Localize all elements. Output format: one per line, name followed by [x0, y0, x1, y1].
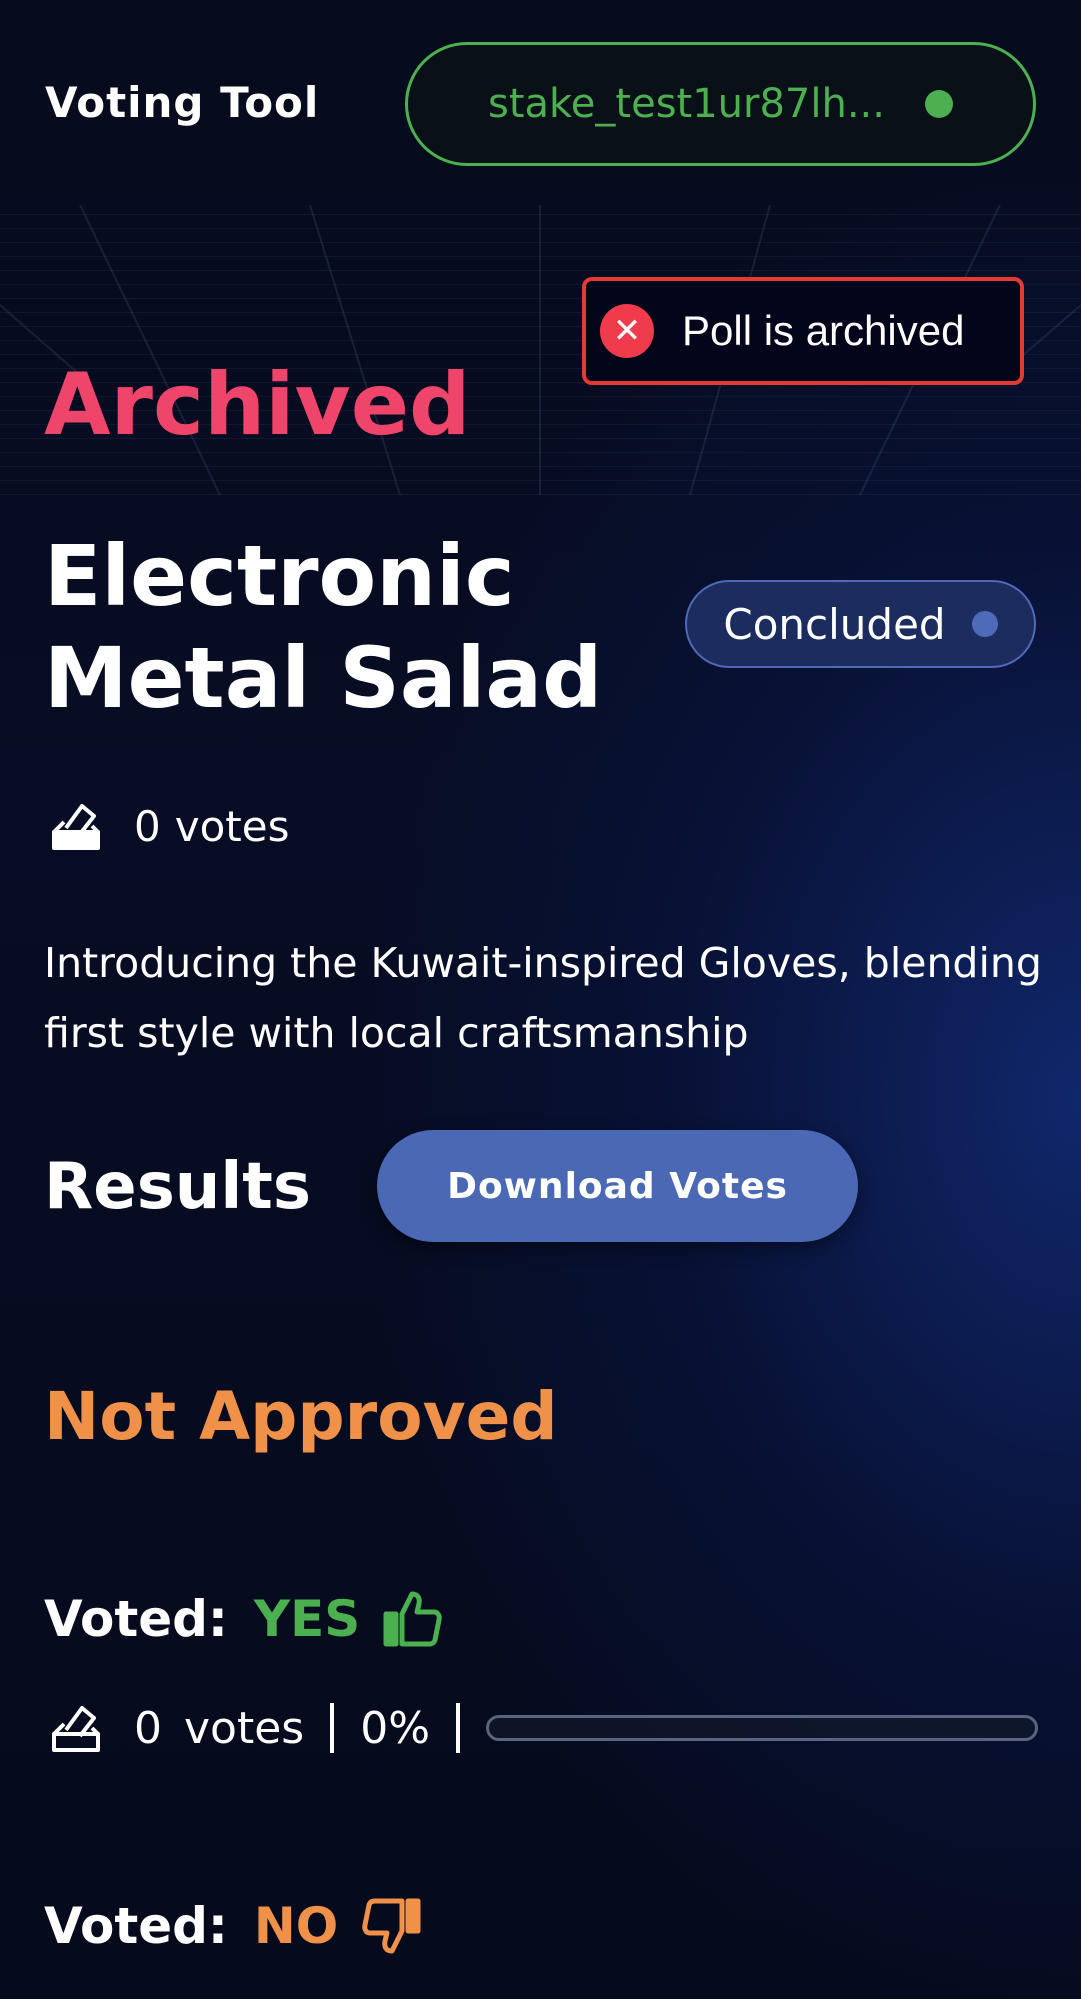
thumbs-down-icon [362, 1898, 421, 1954]
divider [456, 1703, 461, 1753]
results-heading: Results [44, 1150, 311, 1224]
poll-title: Electronic Metal Salad [44, 527, 603, 727]
ballot-box-icon [52, 1706, 100, 1752]
close-icon: ✕ [600, 304, 654, 358]
status-dot-icon [971, 611, 998, 637]
voted-label: Voted: [44, 1897, 228, 1955]
option-progress-bar [486, 1715, 1038, 1741]
option-percent: 0% [360, 1702, 431, 1754]
status-badge: Concluded [685, 580, 1036, 668]
result-option-yes: Voted: YES [44, 1588, 444, 1650]
thumbs-up-icon [383, 1591, 443, 1647]
ballot-box-icon [52, 804, 100, 850]
option-vote-unit: votes [184, 1702, 305, 1754]
voted-option-value: NO [253, 1897, 339, 1955]
toast-notification: ✕ Poll is archived [582, 277, 1024, 385]
poll-description: Introducing the Kuwait-inspired Gloves, … [44, 939, 1042, 1057]
wallet-button[interactable]: stake_test1ur87lh... [405, 42, 1036, 166]
wallet-address: stake_test1ur87lh... [488, 81, 885, 127]
total-votes-count: 0 [134, 801, 161, 851]
wallet-connected-indicator [924, 90, 953, 118]
poll-state-heading: Archived [44, 355, 471, 455]
total-votes-unit: votes [174, 801, 290, 851]
toast-message: Poll is archived [682, 307, 965, 354]
result-option-no: Voted: NO [44, 1895, 422, 1957]
result-stats-yes: 0 votes 0% [48, 1700, 1038, 1756]
divider [330, 1703, 335, 1753]
voted-option-value: YES [253, 1590, 361, 1648]
option-vote-count: 0 [134, 1702, 162, 1754]
download-votes-button[interactable]: Download Votes [377, 1130, 858, 1242]
total-votes: 0 votes [48, 798, 289, 854]
status-badge-label: Concluded [723, 599, 946, 649]
voted-label: Voted: [44, 1590, 228, 1648]
poll-outcome: Not Approved [44, 1378, 558, 1455]
app-title[interactable]: Voting Tool [45, 78, 319, 127]
